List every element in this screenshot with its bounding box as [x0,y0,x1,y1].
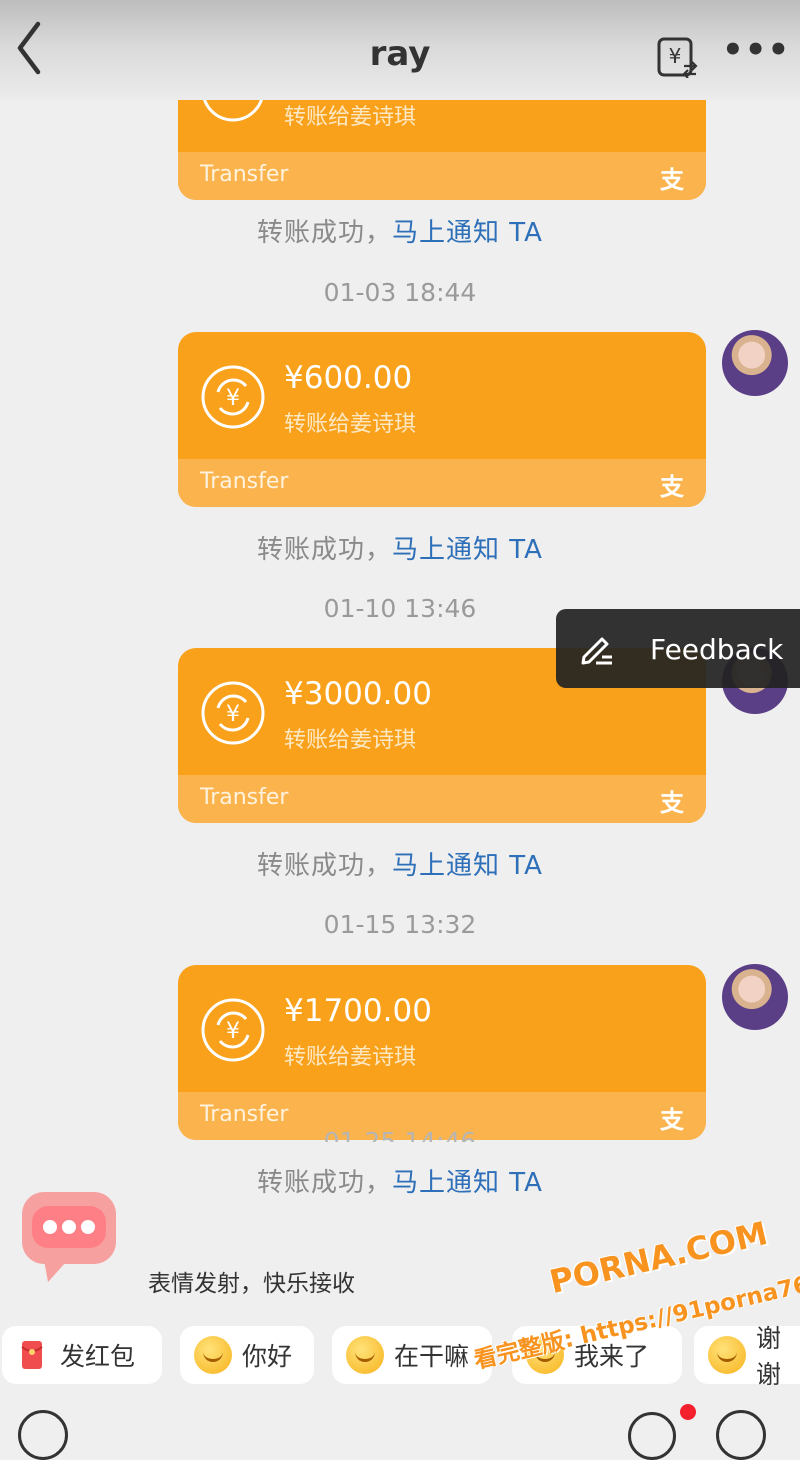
transfer-recipient: 转账给姜诗琪 [284,105,417,130]
svg-text:¥: ¥ [226,386,240,411]
svg-text:¥: ¥ [226,1019,240,1044]
wink-emoji-icon [194,1336,232,1374]
notification-dot [680,1404,696,1420]
curious-emoji-icon [346,1336,384,1374]
yuan-exchange-icon: ¥ [201,681,265,745]
yuan-exchange-icon [203,100,263,122]
transfer-card-footer: Transfer 支 [178,152,706,200]
emoji-picker-icon[interactable] [628,1412,676,1460]
transfer-card-footer: Transfer 支 [178,775,706,823]
transfer-notice: 转账成功，马上通知 TA [0,529,800,566]
notify-link[interactable]: 马上通知 TA [392,851,543,881]
transfer-card[interactable]: ¥ ¥1700.00 转账给姜诗琪 Transfer 支 [178,965,706,1140]
avatar[interactable] [722,330,788,396]
transfer-label: Transfer [200,785,289,810]
more-options-button[interactable]: ••• [722,30,790,70]
transfer-notice: 转账成功，马上通知 TA [0,1162,800,1199]
notify-link[interactable]: 马上通知 TA [392,535,543,565]
more-actions-icon[interactable] [716,1410,766,1460]
message-timestamp: 01-15 13:32 [323,910,477,939]
transfer-label: Transfer [200,469,289,494]
transfer-amount: ¥1700.00 [284,993,432,1029]
message-timestamp: 01-03 18:44 [323,278,477,307]
transfer-amount: ¥600.00 [284,360,413,396]
transfer-label: Transfer [200,1102,289,1127]
notice-text: 转账成功， [257,535,393,565]
notice-text: 转账成功， [257,218,393,248]
message-timestamp: 01-25 14:46 [0,1128,800,1142]
transfer-card[interactable]: ¥ ¥600.00 转账给姜诗琪 Transfer 支 [178,332,706,507]
watermark: PORNA.COM 看完整版: https://91porna76.com [470,1214,800,1410]
transfer-notice: 转账成功，马上通知 TA [0,845,800,882]
notice-text: 转账成功， [257,1168,393,1198]
transfer-amount: ¥3000.00 [284,676,432,712]
chat-bubble-icon[interactable] [18,1188,120,1286]
alipay-icon: 支 [660,789,684,817]
red-envelope-icon [21,1341,43,1369]
quick-reply-label: 发红包 [60,1342,136,1371]
svg-text:¥: ¥ [669,44,682,68]
notify-link[interactable]: 马上通知 TA [392,1168,543,1198]
quick-reply-label: 你好 [242,1342,293,1371]
notice-text: 转账成功， [257,851,393,881]
emoji-hint-text: 表情发射，快乐接收 [148,1271,355,1297]
transfer-label: Transfer [200,162,289,187]
transfer-notice: 转账成功，马上通知 TA [0,212,800,249]
alipay-icon: 支 [660,166,684,194]
svg-text:¥: ¥ [226,702,240,727]
transfer-card[interactable]: 转账给姜诗琪 Transfer 支 [178,100,706,200]
feedback-label: Feedback [650,633,784,666]
notify-link[interactable]: 马上通知 TA [392,218,543,248]
pencil-icon [581,637,612,665]
transfer-recipient: 转账给姜诗琪 [284,728,417,753]
voice-input-icon[interactable] [18,1410,68,1460]
input-toolbar [0,1400,800,1460]
transfer-card-footer: Transfer 支 [178,459,706,507]
quick-reply-label: 在干嘛 [394,1342,470,1371]
quick-reply-whats-up[interactable]: 在干嘛 [332,1326,492,1384]
nav-header: ray ¥ ••• [0,0,800,100]
yuan-exchange-icon: ¥ [201,365,265,429]
avatar[interactable] [722,964,788,1030]
transfer-recipient: 转账给姜诗琪 [284,1045,417,1070]
quick-reply-hello[interactable]: 你好 [180,1326,314,1384]
transfer-yuan-icon[interactable]: ¥ [656,36,698,78]
transfer-recipient: 转账给姜诗琪 [284,412,417,437]
alipay-icon: 支 [660,473,684,501]
feedback-button[interactable]: Feedback [556,609,800,688]
yuan-exchange-icon: ¥ [201,998,265,1062]
quick-reply-red-envelope[interactable]: 发红包 [2,1326,162,1384]
